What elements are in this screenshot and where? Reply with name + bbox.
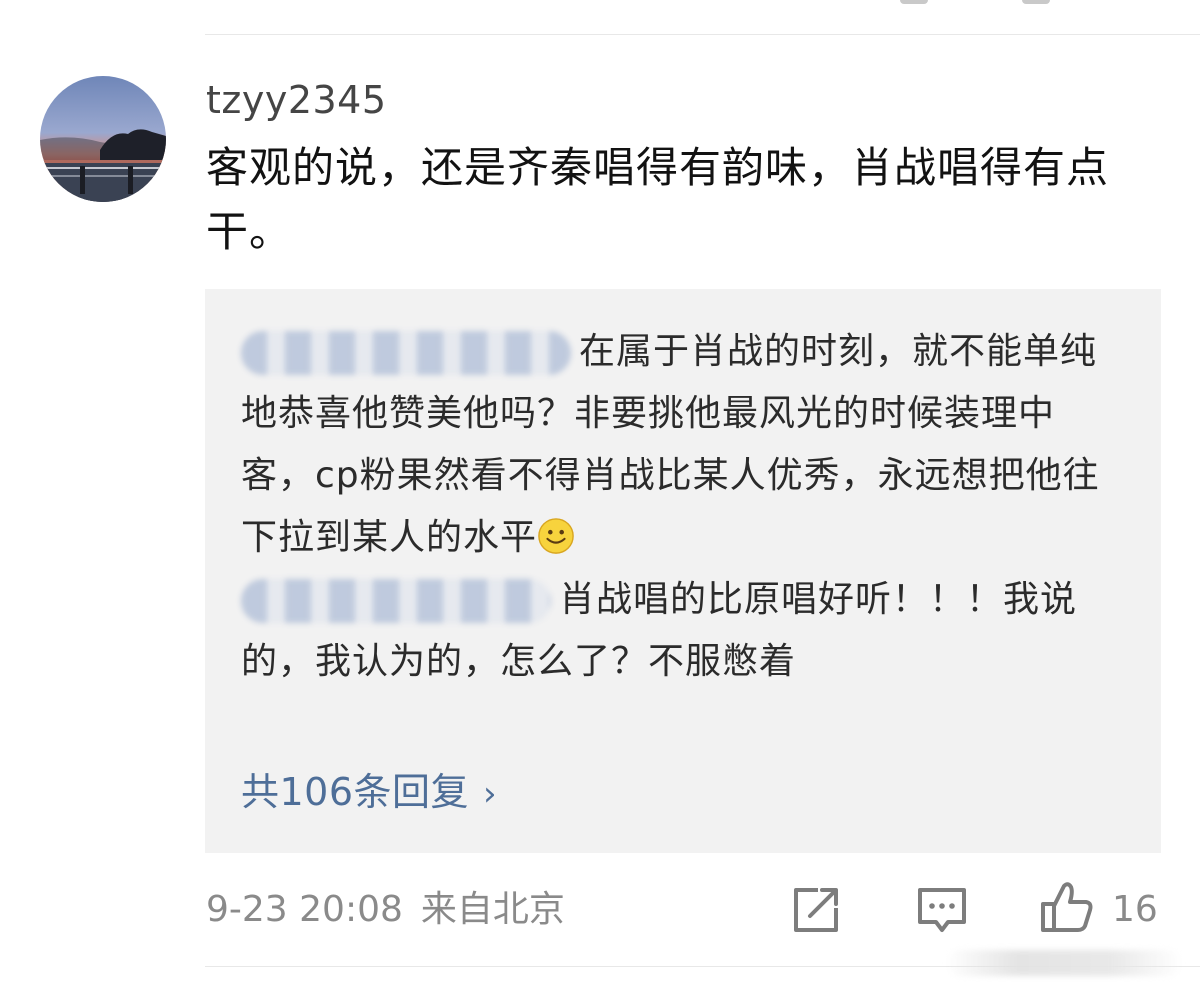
redacted-username: [241, 579, 551, 623]
view-all-replies-link[interactable]: 共106条回复 ›: [241, 764, 497, 822]
smile-emoji-icon: [538, 518, 574, 554]
sunset-landscape-avatar-icon: [40, 76, 166, 202]
comment-icon[interactable]: [914, 882, 970, 938]
comment-username[interactable]: tzyy2345: [206, 76, 387, 124]
like-count: 16: [1112, 889, 1158, 930]
top-edge-icon-left: [900, 0, 928, 4]
comment-meta: 9-23 20:08 来自北京: [206, 884, 565, 936]
thumbs-up-icon[interactable]: [1038, 878, 1096, 936]
comment-timestamp: 9-23 20:08: [206, 889, 403, 930]
view-all-replies-label: 共106条回复: [241, 770, 470, 814]
top-edge-icon-right: [1022, 0, 1050, 4]
share-icon[interactable]: [788, 882, 844, 938]
reply-preview-box[interactable]: 在属于肖战的时刻，就不能单纯地恭喜他赞美他吗？非要挑他最风光的时候装理中客，cp…: [205, 289, 1161, 853]
reply-item[interactable]: 肖战唱的比原唱好听！！！我说的，我认为的，怎么了？不服憋着: [241, 569, 1121, 693]
comment-location: 来自北京: [420, 889, 565, 930]
chevron-right-icon: ›: [483, 774, 498, 814]
comment-text: 客观的说，还是齐秦唱得有韵味，肖战唱得有点干。: [206, 143, 1110, 256]
top-divider: [205, 34, 1200, 35]
reply-item[interactable]: 在属于肖战的时刻，就不能单纯地恭喜他赞美他吗？非要挑他最风光的时候装理中客，cp…: [241, 321, 1121, 569]
redacted-username: [241, 331, 571, 375]
avatar[interactable]: [40, 76, 166, 202]
watermark: [946, 950, 1182, 976]
